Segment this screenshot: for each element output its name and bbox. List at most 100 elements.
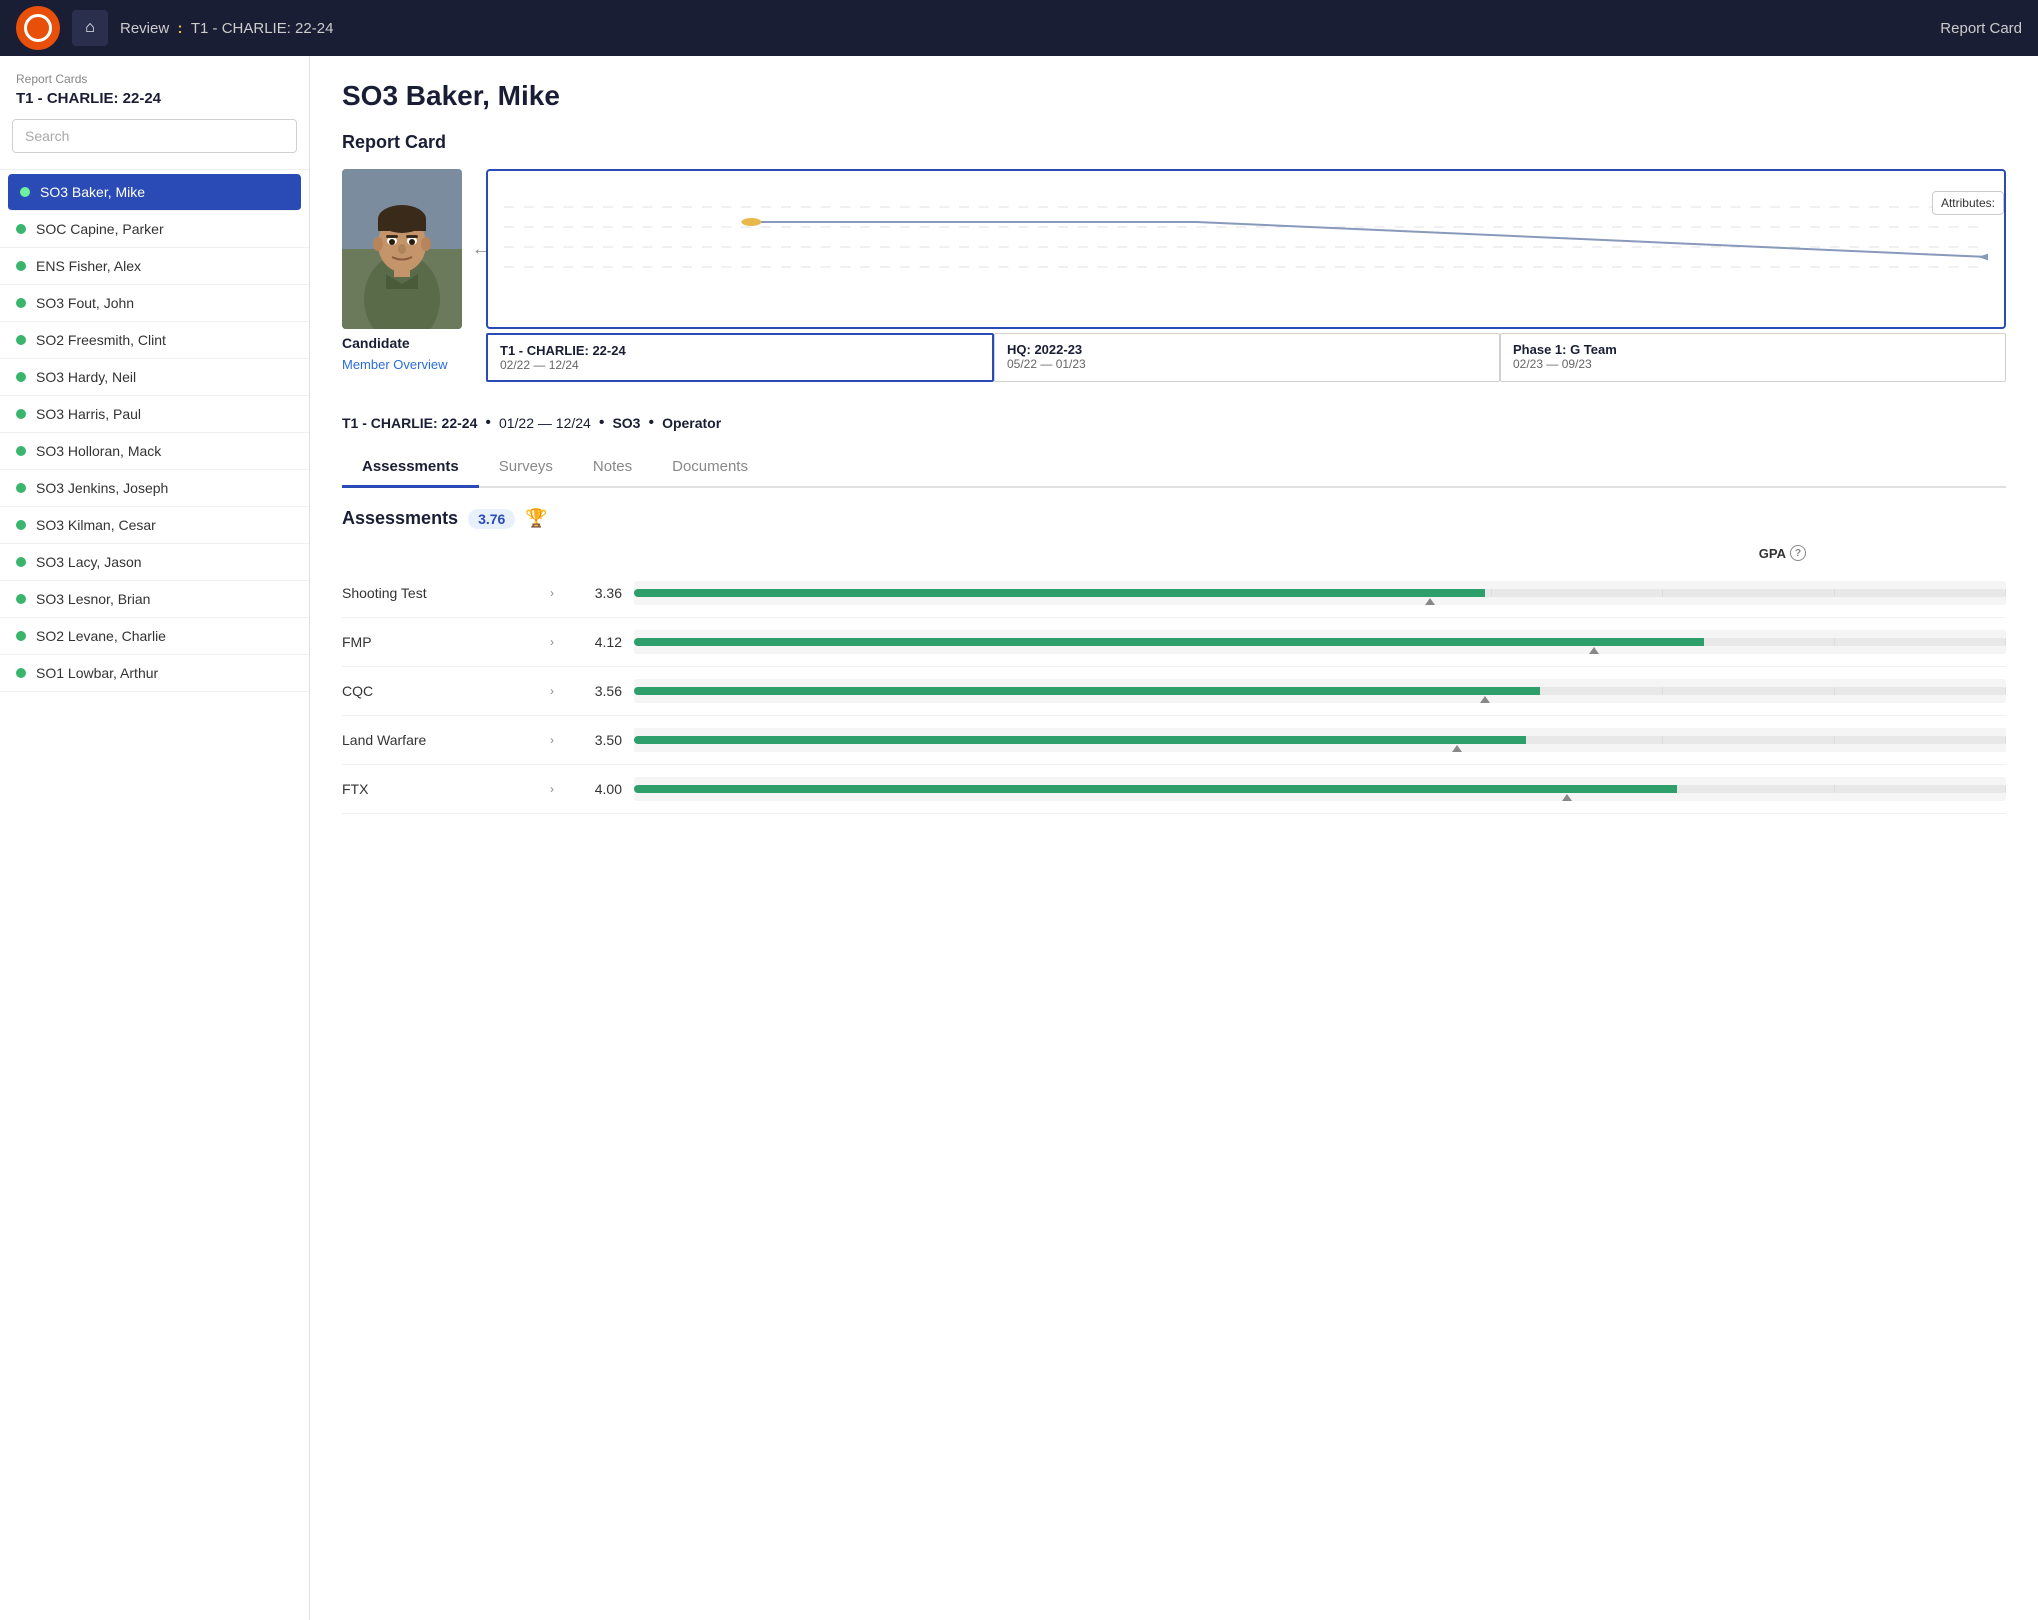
assessment-bar-fill xyxy=(634,687,1540,695)
period-name: HQ: 2022-23 xyxy=(1007,342,1487,357)
assessment-bar-track xyxy=(634,736,2006,744)
report-card-area: Candidate Member Overview ← xyxy=(342,169,2006,390)
status-bar: T1 - CHARLIE: 22-24 • 01/22 — 12/24 • SO… xyxy=(342,414,2006,432)
member-item[interactable]: SO3 Harris, Paul xyxy=(0,396,309,433)
assessment-expand-button[interactable]: › xyxy=(542,733,562,747)
member-status-dot xyxy=(16,224,26,234)
assessment-row: Land Warfare › 3.50 xyxy=(342,716,2006,765)
assessment-bar-track xyxy=(634,638,2006,646)
assessment-bar-fill xyxy=(634,589,1485,597)
assessments-header: Assessments 3.76 🏆 xyxy=(342,508,2006,529)
member-status-dot xyxy=(16,261,26,271)
page-title: SO3 Baker, Mike xyxy=(342,80,2006,112)
layout: Report Cards T1 - CHARLIE: 22-24 SO3 Bak… xyxy=(0,56,2038,1620)
assessment-gpa: 4.12 xyxy=(562,634,622,650)
member-item[interactable]: SO3 Baker, Mike xyxy=(8,174,301,211)
assessment-bar-fill xyxy=(634,638,1704,646)
assessment-bar-track xyxy=(634,785,2006,793)
member-name: SO3 Harris, Paul xyxy=(36,406,141,422)
assessment-bar-fill xyxy=(634,785,1677,793)
gpa-header: GPA ? xyxy=(342,545,2006,569)
period-date: 02/23 — 09/23 xyxy=(1513,357,1993,371)
assessment-row: FMP › 4.12 xyxy=(342,618,2006,667)
period-date: 02/22 — 12/24 xyxy=(500,358,980,372)
member-overview-link[interactable]: Member Overview xyxy=(342,357,447,372)
breadcrumb-review: Review xyxy=(120,20,169,37)
period-date: 05/22 — 01/23 xyxy=(1007,357,1487,371)
member-status-dot xyxy=(16,372,26,382)
member-list: SO3 Baker, Mike SOC Capine, Parker ENS F… xyxy=(0,174,309,692)
gpa-help-icon[interactable]: ? xyxy=(1790,545,1806,561)
member-name: SO3 Kilman, Cesar xyxy=(36,517,156,533)
assessment-expand-button[interactable]: › xyxy=(542,635,562,649)
assessment-bar-container xyxy=(634,630,2006,654)
member-item[interactable]: SO3 Holloran, Mack xyxy=(0,433,309,470)
assessment-bar-container xyxy=(634,679,2006,703)
breadcrumb: Review : T1 - CHARLIE: 22-24 xyxy=(120,20,333,37)
trophy-icon: 🏆 xyxy=(525,508,547,529)
assessment-row: Shooting Test › 3.36 xyxy=(342,569,2006,618)
report-card-nav-link[interactable]: Report Card xyxy=(1940,20,2022,37)
member-status-dot xyxy=(20,187,30,197)
status-rank: SO3 xyxy=(612,415,640,431)
member-name: SO2 Freesmith, Clint xyxy=(36,332,166,348)
assessment-gpa: 3.36 xyxy=(562,585,622,601)
assessment-name: FMP xyxy=(342,634,542,650)
status-sep-3: • xyxy=(648,414,654,432)
assessments-section: Assessments 3.76 🏆 GPA ? Shooting Test ›… xyxy=(342,508,2006,814)
gpa-label: GPA xyxy=(1759,546,1786,561)
assessment-bar-tick xyxy=(1562,794,1572,801)
member-status-dot xyxy=(16,409,26,419)
member-item[interactable]: SO3 Fout, John xyxy=(0,285,309,322)
assessment-expand-button[interactable]: › xyxy=(542,684,562,698)
member-item[interactable]: SO3 Lacy, Jason xyxy=(0,544,309,581)
assessment-bar-fill xyxy=(634,736,1526,744)
timeline-period[interactable]: HQ: 2022-23 05/22 — 01/23 xyxy=(994,333,1500,382)
timeline-chart: Attributes: xyxy=(486,169,2006,329)
status-sep-1: • xyxy=(485,414,491,432)
member-item[interactable]: SO3 Hardy, Neil xyxy=(0,359,309,396)
member-status-dot xyxy=(16,446,26,456)
assessment-expand-button[interactable]: › xyxy=(542,782,562,796)
logo-inner xyxy=(24,14,52,42)
member-item[interactable]: SO3 Lesnor, Brian xyxy=(0,581,309,618)
member-item[interactable]: SOC Capine, Parker xyxy=(0,211,309,248)
member-name: SO3 Holloran, Mack xyxy=(36,443,161,459)
member-item[interactable]: SO2 Levane, Charlie xyxy=(0,618,309,655)
tab-assessments[interactable]: Assessments xyxy=(342,448,479,488)
search-input[interactable] xyxy=(12,119,297,153)
member-item[interactable]: SO3 Jenkins, Joseph xyxy=(0,470,309,507)
member-status-dot xyxy=(16,594,26,604)
search-wrap xyxy=(0,119,309,165)
assessment-row: FTX › 4.00 xyxy=(342,765,2006,814)
assessment-expand-button[interactable]: › xyxy=(542,586,562,600)
assessments-score-badge: 3.76 xyxy=(468,509,515,529)
timeline-period[interactable]: T1 - CHARLIE: 22-24 02/22 — 12/24 xyxy=(486,333,994,382)
assessment-row: CQC › 3.56 xyxy=(342,667,2006,716)
member-name: SOC Capine, Parker xyxy=(36,221,164,237)
tab-surveys[interactable]: Surveys xyxy=(479,448,573,488)
divider xyxy=(0,169,309,170)
home-button[interactable]: ⌂ xyxy=(72,10,108,46)
member-status-dot xyxy=(16,335,26,345)
member-item[interactable]: SO2 Freesmith, Clint xyxy=(0,322,309,359)
assessment-bar-container xyxy=(634,777,2006,801)
member-status-dot xyxy=(16,631,26,641)
member-name: ENS Fisher, Alex xyxy=(36,258,141,274)
tab-documents[interactable]: Documents xyxy=(652,448,768,488)
tab-notes[interactable]: Notes xyxy=(573,448,652,488)
assessment-bar-tick xyxy=(1425,598,1435,605)
candidate-label: Candidate xyxy=(342,335,410,351)
report-card-heading: Report Card xyxy=(342,132,2006,153)
status-date-range: 01/22 — 12/24 xyxy=(499,415,591,431)
member-item[interactable]: SO3 Kilman, Cesar xyxy=(0,507,309,544)
member-item[interactable]: ENS Fisher, Alex xyxy=(0,248,309,285)
member-item[interactable]: SO1 Lowbar, Arthur xyxy=(0,655,309,692)
timeline-chart-svg xyxy=(504,187,1988,287)
timeline-period[interactable]: Phase 1: G Team 02/23 — 09/23 xyxy=(1500,333,2006,382)
assessment-gpa: 3.56 xyxy=(562,683,622,699)
member-name: SO2 Levane, Charlie xyxy=(36,628,166,644)
status-role: Operator xyxy=(662,415,721,431)
status-group: T1 - CHARLIE: 22-24 xyxy=(342,415,477,431)
period-name: T1 - CHARLIE: 22-24 xyxy=(500,343,980,358)
